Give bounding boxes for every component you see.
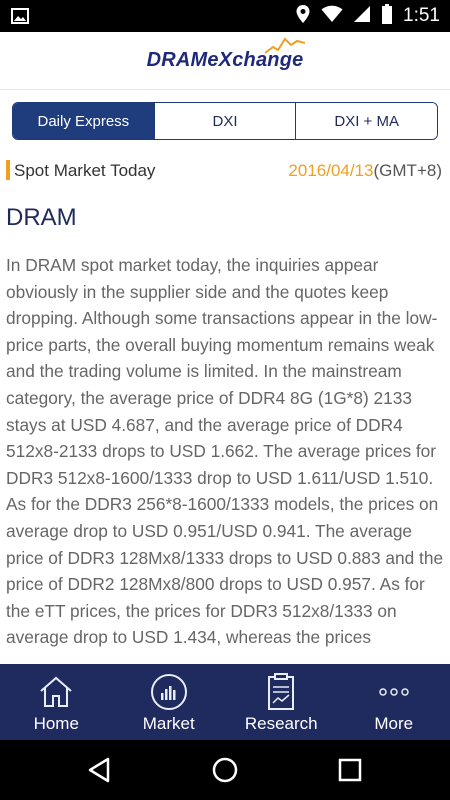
- logo-swoosh-icon: [264, 37, 305, 54]
- section-title: Spot Market Today: [14, 161, 156, 180]
- tab-daily-express[interactable]: Daily Express: [13, 103, 154, 139]
- home-icon: [36, 672, 76, 712]
- location-icon: [295, 4, 311, 29]
- date-value: 2016/04/13: [288, 161, 374, 180]
- nav-home-label: Home: [33, 714, 79, 733]
- nav-market-label: Market: [142, 714, 195, 733]
- section-accent-bar: [6, 160, 10, 180]
- article-title: DRAM: [6, 204, 77, 231]
- back-icon[interactable]: [86, 756, 114, 784]
- nav-market[interactable]: Market: [113, 664, 226, 740]
- tab-dxi[interactable]: DXI: [153, 103, 296, 139]
- nav-research[interactable]: Research: [225, 664, 338, 740]
- status-bar: 1:51: [0, 0, 450, 32]
- nav-more[interactable]: More: [338, 664, 450, 740]
- home-circle-icon[interactable]: [211, 756, 239, 784]
- section-date: 2016/04/13(GMT+8): [288, 161, 442, 181]
- nav-more-label: More: [374, 714, 414, 733]
- image-icon: [10, 6, 30, 26]
- market-chart-icon: [149, 672, 189, 712]
- nav-research-label: Research: [244, 714, 318, 733]
- nav-home[interactable]: Home: [0, 664, 113, 740]
- section-header: Spot Market Today 2016/04/13(GMT+8): [6, 158, 444, 184]
- research-report-icon: [261, 672, 301, 712]
- app-header: DRAMeXchange: [0, 32, 450, 90]
- segment-tabs: Daily Express DXI DXI + MA: [12, 102, 438, 140]
- signal-icon: [353, 5, 371, 28]
- more-dots-icon: [374, 672, 414, 712]
- timezone: (GMT+8): [373, 161, 442, 180]
- status-time: 1:51: [403, 5, 440, 26]
- system-nav-bar: [0, 740, 450, 800]
- wifi-icon: [321, 5, 343, 28]
- app-logo: DRAMeXchange: [147, 37, 305, 72]
- battery-icon: [381, 3, 393, 29]
- tab-dxi-ma[interactable]: DXI + MA: [295, 103, 437, 139]
- recents-square-icon[interactable]: [336, 756, 364, 784]
- article-body: In DRAM spot market today, the inquiries…: [6, 255, 444, 648]
- bottom-nav: Home Market Research More: [0, 664, 450, 740]
